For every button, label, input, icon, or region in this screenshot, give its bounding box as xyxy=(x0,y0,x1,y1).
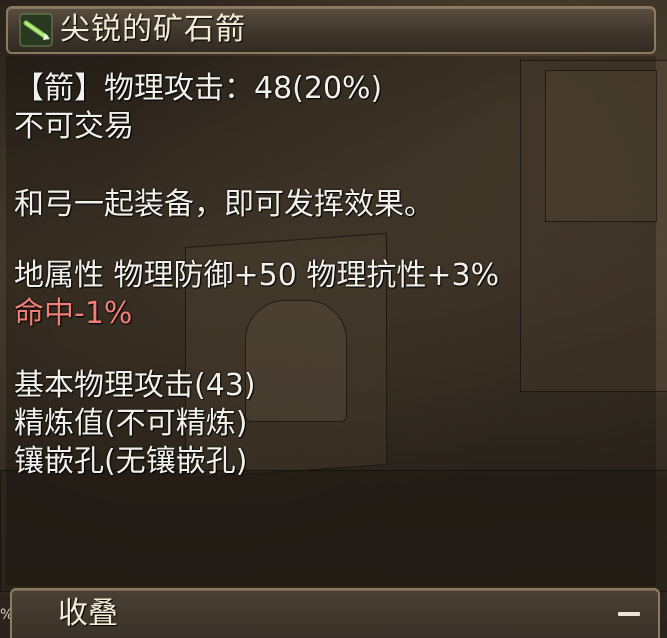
base-attack: 基本物理攻击(43) xyxy=(14,368,256,403)
game-scene: 尖锐的矿石箭 【箭】物理攻击：48(20%) 不可交易 和弓一起装备，即可发挥效… xyxy=(0,0,667,638)
hit-penalty: 命中-1% xyxy=(14,296,133,331)
socket-info: 镶嵌孔(无镶嵌孔) xyxy=(14,444,248,479)
attack-line: 【箭】物理攻击：48(20%) xyxy=(14,71,383,106)
item-tooltip: 【箭】物理攻击：48(20%) 不可交易 和弓一起装备，即可发挥效果。 地属性 … xyxy=(6,56,656,586)
equip-note: 和弓一起装备，即可发挥效果。 xyxy=(14,187,434,222)
item-name: 尖锐的矿石箭 xyxy=(60,12,246,47)
element-stats: 地属性 物理防御+50 物理抗性+3% xyxy=(14,258,500,293)
collapse-label: 收叠 xyxy=(58,596,118,631)
minus-icon[interactable] xyxy=(618,612,640,616)
arrow-icon xyxy=(18,12,54,48)
refine-value: 精炼值(不可精炼) xyxy=(14,406,248,441)
item-title-bar: 尖锐的矿石箭 xyxy=(6,6,656,54)
trade-restriction: 不可交易 xyxy=(14,109,134,144)
collapse-bar[interactable]: 收叠 xyxy=(10,588,660,638)
